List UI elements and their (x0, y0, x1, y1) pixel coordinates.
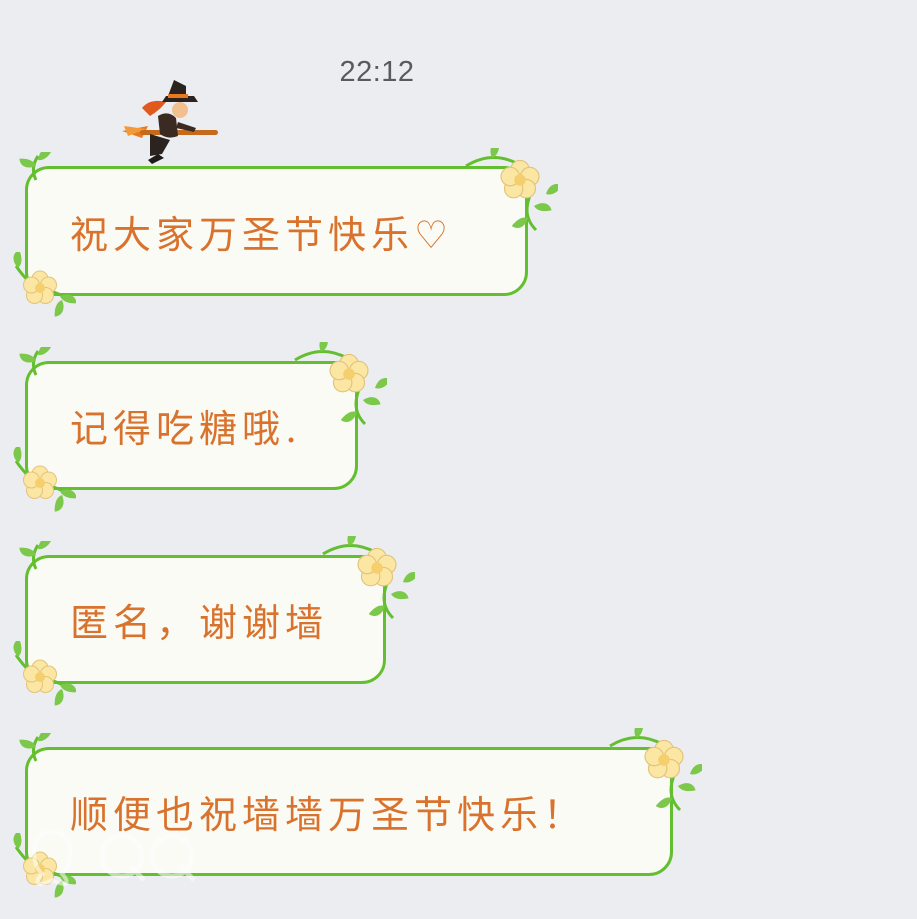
message-text: 记得吃糖哦. (70, 407, 303, 451)
chat-bubble[interactable]: 祝大家万圣节快乐♡ (25, 166, 528, 296)
message-text: 匿名，谢谢墙 (70, 601, 329, 645)
chat-bubble[interactable]: 记得吃糖哦. (25, 361, 358, 490)
qq-logo-watermark (31, 829, 196, 887)
message-text: 祝大家万圣节快乐♡ (70, 212, 454, 257)
witch-on-broom-icon (122, 80, 218, 164)
message-timestamp: 22:12 (339, 56, 415, 88)
chat-bubble[interactable]: 匿名，谢谢墙 (25, 555, 386, 684)
